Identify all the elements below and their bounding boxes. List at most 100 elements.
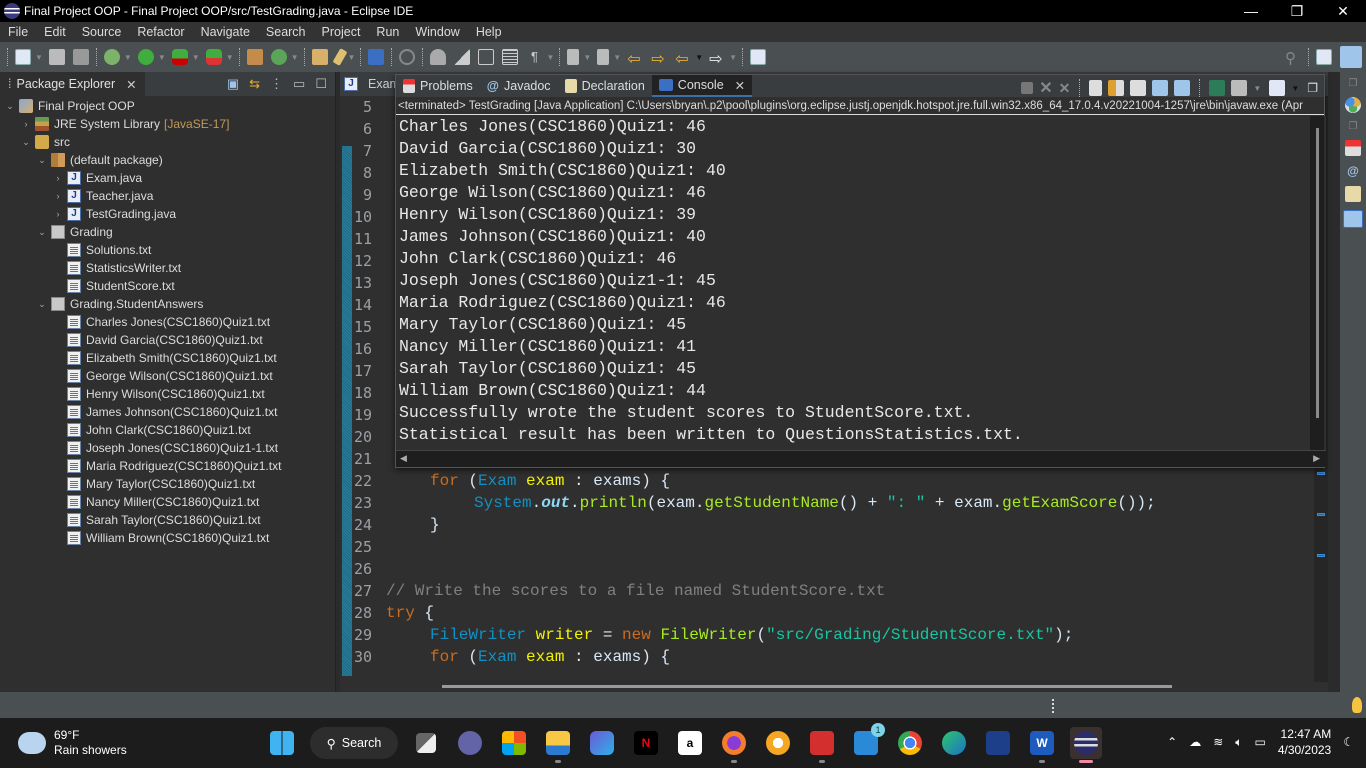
pin-editor-icon[interactable] [750, 49, 767, 65]
tree-item-answer-file[interactable]: John Clark(CSC1860)Quiz1.txt [0, 421, 335, 439]
task-view-button[interactable] [410, 727, 442, 759]
tree-item-answer-file[interactable]: Charles Jones(CSC1860)Quiz1.txt [0, 313, 335, 331]
vpn-button[interactable] [762, 727, 794, 759]
dropdown-arrow-icon[interactable]: ▼ [1291, 84, 1299, 93]
tree-item-answer-file[interactable]: Maria Rodriguez(CSC1860)Quiz1.txt [0, 457, 335, 475]
external-tools-icon[interactable] [205, 49, 222, 65]
block-selection-icon[interactable] [454, 49, 471, 65]
tab-javadoc[interactable]: @ Javadoc [480, 75, 558, 97]
dropdown-arrow-icon[interactable]: ▼ [613, 53, 621, 62]
tree-item-text-file[interactable]: Solutions.txt [0, 241, 335, 259]
chevron-down-icon[interactable]: ⌄ [36, 299, 48, 310]
minimize-icon[interactable]: ▭ [293, 76, 305, 92]
dropdown-arrow-icon[interactable]: ▼ [695, 53, 703, 62]
toggle-mark-occurrences-icon[interactable] [430, 49, 447, 65]
edge-button[interactable] [938, 727, 970, 759]
taskbar-search[interactable]: ⚲ Search [310, 727, 398, 759]
show-hidden-icons-icon[interactable]: ⌃ [1167, 735, 1177, 749]
tree-item-text-file[interactable]: StatisticsWriter.txt [0, 259, 335, 277]
remove-all-terminated-icon[interactable]: ✕ [1059, 80, 1071, 97]
eclipse-button[interactable] [1070, 727, 1102, 763]
chevron-down-icon[interactable]: ⌄ [4, 101, 16, 112]
open-type-icon[interactable] [311, 49, 328, 65]
menu-navigate[interactable]: Navigate [193, 25, 258, 39]
overview-marker[interactable] [1317, 513, 1325, 516]
close-icon[interactable]: ✕ [126, 77, 136, 92]
maximize-icon[interactable]: ☐ [315, 76, 327, 92]
dropdown-arrow-icon[interactable]: ▼ [226, 53, 234, 62]
tree-item-answer-file[interactable]: David Garcia(CSC1860)Quiz1.txt [0, 331, 335, 349]
coverage-icon[interactable] [171, 49, 188, 65]
dropdown-arrow-icon[interactable]: ▼ [1253, 84, 1261, 93]
chevron-down-icon[interactable]: ⌄ [36, 227, 48, 238]
tree-item-jre[interactable]: › JRE System Library [JavaSE-17] [0, 115, 335, 133]
tree-item-grading-package[interactable]: ⌄ Grading [0, 223, 335, 241]
dropdown-arrow-icon[interactable]: ▼ [583, 53, 591, 62]
last-edit-forward-icon[interactable]: ⇨ [651, 49, 667, 68]
wifi-icon[interactable]: ≋ [1213, 735, 1223, 749]
debug-icon[interactable] [103, 49, 120, 65]
open-console-icon[interactable] [1269, 80, 1286, 96]
dropdown-arrow-icon[interactable]: ▼ [546, 53, 554, 62]
previous-annotation-icon[interactable] [597, 49, 610, 65]
dropdown-arrow-icon[interactable]: ▼ [192, 53, 200, 62]
tree-item-answer-file[interactable]: Nancy Miller(CSC1860)Quiz1.txt [0, 493, 335, 511]
show-source-icon[interactable] [502, 49, 519, 65]
console-icon[interactable] [1343, 210, 1363, 228]
restore-icon[interactable]: ❐ [1349, 121, 1358, 132]
tab-console[interactable]: Console ✕ [651, 75, 753, 97]
tree-item-java-file[interactable]: › J Exam.java [0, 169, 335, 187]
chevron-right-icon[interactable]: › [20, 119, 32, 129]
tree-item-java-file[interactable]: › J TestGrading.java [0, 205, 335, 223]
open-perspective-icon[interactable] [1316, 49, 1332, 65]
scroll-lock-icon[interactable] [1108, 80, 1125, 96]
tab-declaration[interactable]: Declaration [558, 75, 652, 97]
chevron-right-icon[interactable]: › [52, 173, 64, 183]
display-selected-console-icon[interactable] [1231, 80, 1248, 96]
dropdown-arrow-icon[interactable]: ▼ [348, 53, 356, 62]
forward-icon[interactable]: ⇨ [709, 49, 725, 68]
battery-icon[interactable]: ▭ [1255, 735, 1266, 749]
focus-assist-icon[interactable]: ☾ [1343, 735, 1354, 749]
wps-button[interactable] [982, 727, 1014, 759]
onedrive-icon[interactable]: ☁ [1189, 735, 1201, 749]
scroll-right-icon[interactable]: ▶ [1313, 453, 1320, 464]
lightbulb-icon[interactable] [1352, 697, 1362, 713]
tab-problems[interactable]: Problems [396, 75, 480, 97]
weather-widget[interactable]: 69°F Rain showers [18, 728, 127, 758]
tree-item-answers-package[interactable]: ⌄ Grading.StudentAnswers [0, 295, 335, 313]
run-icon[interactable] [137, 49, 154, 65]
scrollbar-thumb[interactable] [1316, 128, 1319, 418]
tree-item-answer-file[interactable]: William Brown(CSC1860)Quiz1.txt [0, 529, 335, 547]
chevron-right-icon[interactable]: › [52, 209, 64, 219]
chevron-down-icon[interactable]: ⌄ [20, 137, 32, 148]
show-console-on-stderr-icon[interactable] [1174, 80, 1191, 96]
mail-button[interactable]: 1 [850, 723, 885, 759]
tree-item-answer-file[interactable]: Henry Wilson(CSC1860)Quiz1.txt [0, 385, 335, 403]
collapse-all-icon[interactable]: ▣ [227, 76, 239, 92]
menu-refactor[interactable]: Refactor [129, 25, 192, 39]
restore-icon[interactable]: ❐ [1307, 81, 1318, 95]
start-button[interactable] [266, 727, 298, 759]
dropdown-arrow-icon[interactable]: ▼ [35, 53, 43, 62]
java-perspective-icon[interactable] [1340, 46, 1362, 68]
problems-icon[interactable] [1345, 140, 1361, 156]
search-icon[interactable]: ⚲ [1285, 49, 1301, 67]
chevron-down-icon[interactable]: ⌄ [36, 155, 48, 166]
clear-console-icon[interactable] [1089, 80, 1103, 96]
menu-file[interactable]: File [0, 25, 36, 39]
teams-chat-button[interactable] [454, 727, 486, 759]
tab-exam-java[interactable]: J Exam [344, 72, 400, 96]
save-all-icon[interactable] [72, 49, 89, 65]
new-package-icon[interactable] [246, 49, 263, 65]
restore-button[interactable]: ❐ [1274, 0, 1320, 22]
tree-item-answer-file[interactable]: Elizabeth Smith(CSC1860)Quiz1.txt [0, 349, 335, 367]
microsoft-store-button[interactable] [498, 727, 530, 759]
overview-marker[interactable] [1317, 554, 1325, 557]
tree-item-answer-file[interactable]: Joseph Jones(CSC1860)Quiz1-1.txt [0, 439, 335, 457]
tree-item-src[interactable]: ⌄ src [0, 133, 335, 151]
console-output[interactable]: Charles Jones(CSC1860)Quiz1: 46 David Gar… [396, 116, 1326, 450]
remove-launch-icon[interactable]: ✕ [1039, 78, 1052, 98]
tree-item-answer-file[interactable]: Sarah Taylor(CSC1860)Quiz1.txt [0, 511, 335, 529]
word-wrap-icon[interactable] [1130, 80, 1147, 96]
